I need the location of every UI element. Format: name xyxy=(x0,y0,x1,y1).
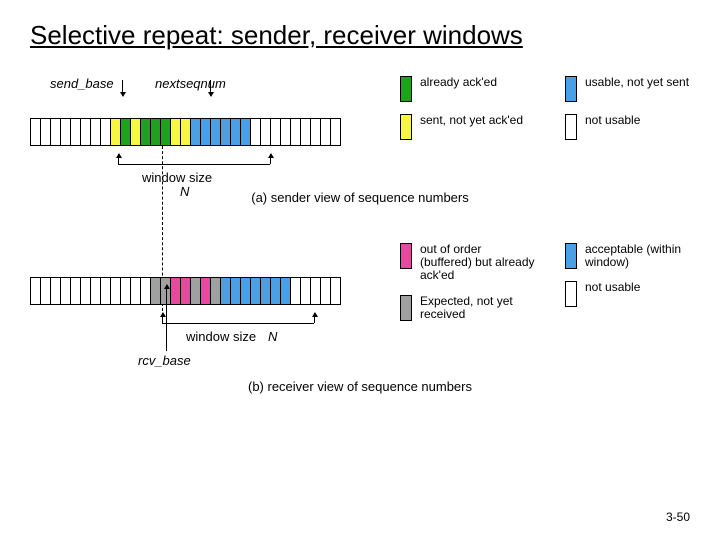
seq-slot xyxy=(330,277,341,305)
sender-block: already ack'ed sent, not yet ack'ed usab… xyxy=(30,76,690,205)
slide-title: Selective repeat: sender, receiver windo… xyxy=(30,20,690,51)
receiver-legend: out of order (buffered) but already ack'… xyxy=(400,243,700,321)
swatch-white xyxy=(565,114,577,140)
legend-item: out of order (buffered) but already ack'… xyxy=(400,243,535,283)
legend-item: not usable xyxy=(565,114,700,140)
label-rcv-base: rcv_base xyxy=(138,353,191,368)
pointer-rcv-base xyxy=(166,285,167,351)
legend-text: not usable xyxy=(585,281,640,294)
window-size-label: window size xyxy=(186,329,256,344)
window-size-label: window size xyxy=(142,170,212,185)
diagram: already ack'ed sent, not yet ack'ed usab… xyxy=(30,76,690,394)
receiver-block: out of order (buffered) but already ack'… xyxy=(30,235,690,394)
legend-text: sent, not yet ack'ed xyxy=(420,114,523,127)
label-send-base: send_base xyxy=(50,76,114,91)
text: window size xyxy=(186,329,256,344)
receiver-window-bracket: window size N xyxy=(30,313,690,343)
receiver-bottom-labels: rcv_base xyxy=(30,347,690,373)
label-nextseqnum: nextseqnum xyxy=(155,76,226,91)
page-number: 3-50 xyxy=(666,510,690,524)
sender-top-labels: send_base nextseqnum xyxy=(30,76,690,96)
legend-item: sent, not yet ack'ed xyxy=(400,114,535,140)
swatch-pink xyxy=(400,243,412,269)
pointer-nextseqnum xyxy=(210,80,211,96)
seq-slot xyxy=(330,118,341,146)
legend-text: not usable xyxy=(585,114,640,127)
window-size-symbol: N xyxy=(180,184,189,199)
text: window size xyxy=(142,170,212,185)
sender-window-bracket: window size N xyxy=(30,154,690,184)
legend-text: acceptable (within window) xyxy=(585,243,700,269)
legend-item: acceptable (within window) xyxy=(565,243,700,269)
swatch-white xyxy=(565,281,577,307)
swatch-blue xyxy=(565,243,577,269)
window-size-symbol: N xyxy=(268,329,277,344)
legend-item: not usable xyxy=(565,281,700,307)
swatch-yellow xyxy=(400,114,412,140)
receiver-caption: (b) receiver view of sequence numbers xyxy=(30,379,690,394)
legend-text: out of order (buffered) but already ack'… xyxy=(420,243,535,283)
pointer-send-base xyxy=(122,80,123,96)
sender-caption: (a) sender view of sequence numbers xyxy=(30,190,690,205)
